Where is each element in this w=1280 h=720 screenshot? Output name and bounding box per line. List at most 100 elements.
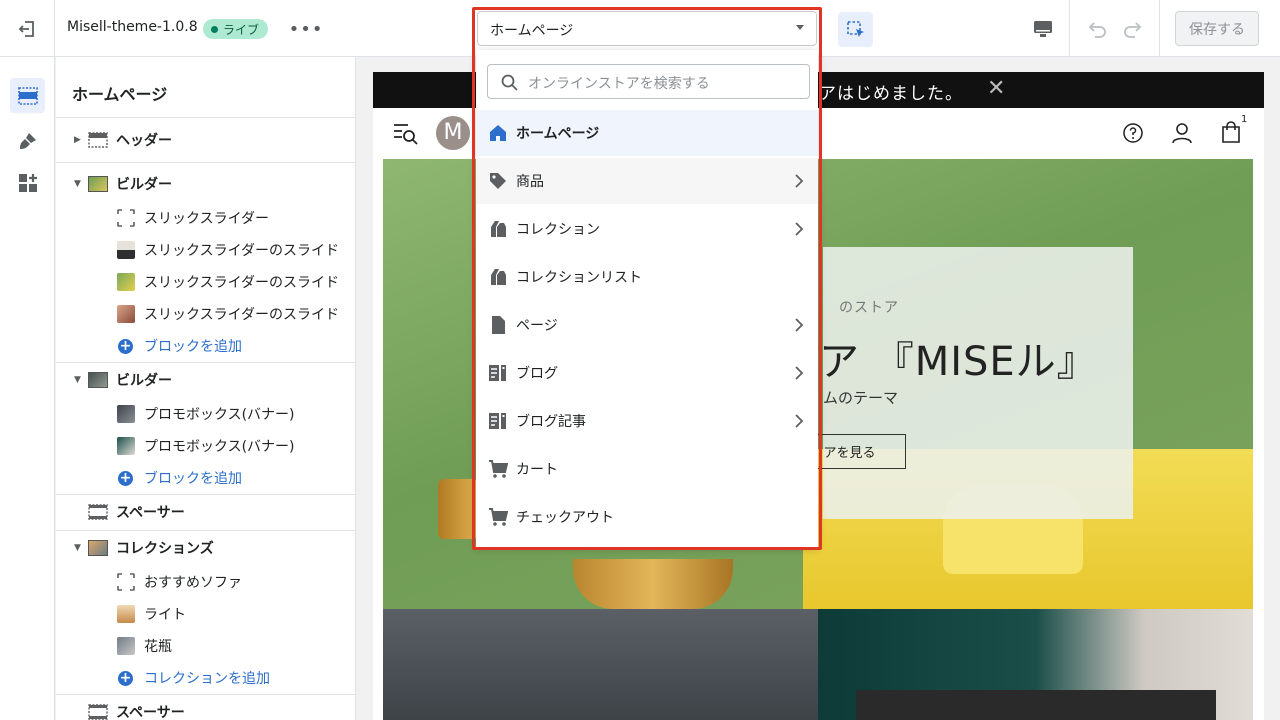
history-controls: [1069, 0, 1160, 57]
undo-icon[interactable]: [1086, 19, 1108, 39]
chevron-right-icon: [795, 318, 804, 332]
page-select[interactable]: ホームページ: [477, 11, 817, 46]
menu-item-pages[interactable]: ページ: [476, 302, 818, 348]
chevron-right-icon: [795, 174, 804, 188]
menu-item-cart[interactable]: カート: [476, 446, 818, 492]
block-item[interactable]: プロモボックス(バナー): [56, 398, 355, 430]
block-label: 花瓶: [144, 639, 172, 655]
section-header[interactable]: ▶ ヘッダー: [56, 124, 355, 156]
add-block-link[interactable]: + ブロックを追加: [56, 330, 355, 362]
inspector-button[interactable]: [838, 12, 873, 47]
section-collections[interactable]: ▼ コレクションズ: [56, 532, 355, 564]
section-builder[interactable]: ▼ ビルダー: [56, 364, 355, 396]
block-label: スリックスライダーのスライド: [144, 243, 340, 259]
menu-item-label: チェックアウト: [516, 510, 614, 526]
menu-item-label: ホームページ: [516, 126, 600, 142]
sections-rail-button[interactable]: [10, 78, 45, 113]
blog-post-icon: [488, 411, 508, 431]
home-icon: [488, 123, 508, 143]
apps-rail-button[interactable]: [10, 165, 45, 200]
block-item[interactable]: 花瓶: [56, 630, 355, 662]
page-icon: [488, 315, 508, 335]
block-item[interactable]: プロモボックス(バナー): [56, 430, 355, 462]
hero-cta-label: アを見る: [823, 446, 876, 461]
section-builder[interactable]: ▼ ビルダー: [56, 168, 355, 200]
more-actions-button[interactable]: •••: [289, 18, 323, 40]
exit-button[interactable]: [0, 0, 55, 57]
close-icon[interactable]: ✕: [987, 76, 1005, 101]
help-icon[interactable]: [1123, 123, 1143, 143]
plus-circle-icon: +: [118, 337, 133, 354]
block-item[interactable]: スリックスライダーのスライド: [56, 234, 355, 266]
section-spacer[interactable]: スペーサー: [56, 696, 355, 720]
section-label: コレクションズ: [116, 541, 214, 557]
spacer-section-icon: [88, 704, 108, 720]
live-badge-label: ライブ: [223, 22, 260, 37]
menu-item-blog[interactable]: ブログ: [476, 350, 818, 396]
theme-name: Misell-theme-1.0.8: [67, 19, 198, 35]
block-item[interactable]: おすすめソファ: [56, 566, 355, 598]
add-collection-link[interactable]: + コレクションを追加: [56, 662, 355, 694]
block-label: おすすめソファ: [144, 575, 242, 591]
plus-circle-icon: +: [118, 469, 133, 486]
promo-tile-left: [383, 609, 818, 720]
store-logo[interactable]: M: [436, 116, 470, 150]
checkout-icon: [488, 507, 508, 527]
menu-item-checkout[interactable]: チェックアウト: [476, 494, 818, 540]
block-item[interactable]: スリックスライダーのスライド: [56, 298, 355, 330]
hero-title: ア 『MISEル』: [819, 339, 1098, 385]
block-label: スリックスライダーのスライド: [144, 307, 340, 323]
promo-tile-right: [818, 609, 1253, 720]
collection-icon: [488, 219, 508, 239]
announcement-text: アはじめました。: [819, 84, 963, 104]
sections-sidebar: ホームページ ▶ ヘッダー ▼ ビルダー スリックスライダー スリックスライダー…: [56, 57, 356, 720]
menu-item-label: コレクションリスト: [516, 270, 642, 286]
section-spacer[interactable]: スペーサー: [56, 496, 355, 528]
account-icon[interactable]: [1171, 122, 1193, 144]
divider: [56, 117, 355, 118]
cart-count: 1: [1241, 114, 1248, 125]
caret-down-icon[interactable]: ▼: [74, 375, 81, 385]
menu-item-label: ブログ: [516, 366, 558, 382]
collection-thumbnail-icon: [117, 605, 135, 623]
desktop-view-button[interactable]: [1026, 13, 1060, 45]
menu-search-icon[interactable]: [392, 121, 418, 145]
promo-card: [856, 690, 1216, 720]
blog-icon: [488, 363, 508, 383]
live-badge: ライブ: [203, 19, 269, 39]
paint-brush-icon: [19, 132, 36, 149]
spacer-section-icon: [88, 504, 108, 520]
search-icon: [501, 74, 518, 91]
dropdown-arrow-icon: [796, 25, 804, 30]
theme-settings-rail-button[interactable]: [10, 123, 45, 158]
hero-text-card: のストア ア 『MISEル』 ムのテーマ アを見る: [793, 247, 1133, 519]
hero-subtitle: ムのテーマ: [823, 389, 899, 407]
block-item[interactable]: ライト: [56, 598, 355, 630]
block-item[interactable]: スリックスライダー: [56, 202, 355, 234]
section-label: スペーサー: [116, 705, 185, 720]
plus-circle-icon: +: [118, 669, 133, 686]
redo-icon[interactable]: [1122, 19, 1144, 39]
save-button[interactable]: 保存する: [1175, 11, 1259, 46]
caret-right-icon[interactable]: ▶: [74, 135, 81, 145]
cart-icon[interactable]: [1221, 121, 1241, 143]
block-item[interactable]: スリックスライダーのスライド: [56, 266, 355, 298]
add-block-label: ブロックを追加: [144, 339, 242, 355]
block-label: プロモボックス(バナー): [144, 407, 295, 423]
chevron-right-icon: [795, 222, 804, 236]
add-block-link[interactable]: + ブロックを追加: [56, 462, 355, 494]
caret-down-icon[interactable]: ▼: [74, 179, 81, 189]
promo-thumbnail-icon: [117, 405, 135, 423]
hero-eyebrow: のストア: [839, 300, 899, 316]
divider: [56, 530, 355, 531]
store-search-input[interactable]: オンラインストアを検索する: [487, 64, 810, 99]
menu-item-home[interactable]: ホームページ: [476, 110, 818, 156]
menu-item-products[interactable]: 商品: [476, 158, 818, 204]
menu-item-collections[interactable]: コレクション: [476, 206, 818, 252]
menu-item-collection-list[interactable]: コレクションリスト: [476, 254, 818, 300]
caret-down-icon[interactable]: ▼: [74, 543, 81, 553]
slide-thumbnail-icon: [117, 273, 135, 291]
builder-thumbnail-icon: [88, 176, 108, 192]
tag-icon: [488, 171, 508, 191]
menu-item-blog-post[interactable]: ブログ記事: [476, 398, 818, 444]
